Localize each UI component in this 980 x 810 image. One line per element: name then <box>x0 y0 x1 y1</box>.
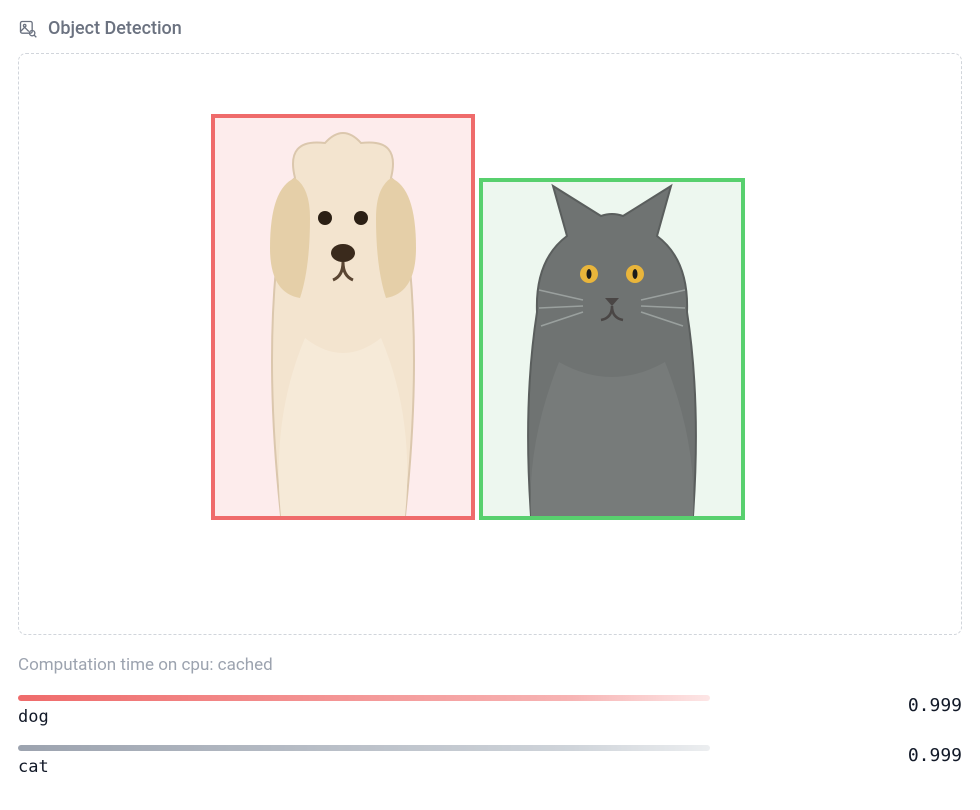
detection-canvas[interactable] <box>18 53 962 635</box>
result-left: dog <box>18 695 718 727</box>
detected-object-cat[interactable] <box>479 178 745 520</box>
detected-object-dog[interactable] <box>211 114 475 520</box>
result-score: 0.999 <box>908 695 962 716</box>
result-score: 0.999 <box>908 745 962 766</box>
image-search-icon <box>18 19 38 39</box>
result-row: dog 0.999 <box>18 695 962 727</box>
panel-title: Object Detection <box>48 18 182 39</box>
panel-header: Object Detection <box>18 18 962 39</box>
status-text: Computation time on cpu: cached <box>18 655 962 675</box>
result-label: cat <box>18 757 718 777</box>
confidence-bar-dog <box>18 695 710 701</box>
confidence-bar-cat <box>18 745 710 751</box>
result-label: dog <box>18 707 718 727</box>
result-left: cat <box>18 745 718 777</box>
result-row: cat 0.999 <box>18 745 962 777</box>
